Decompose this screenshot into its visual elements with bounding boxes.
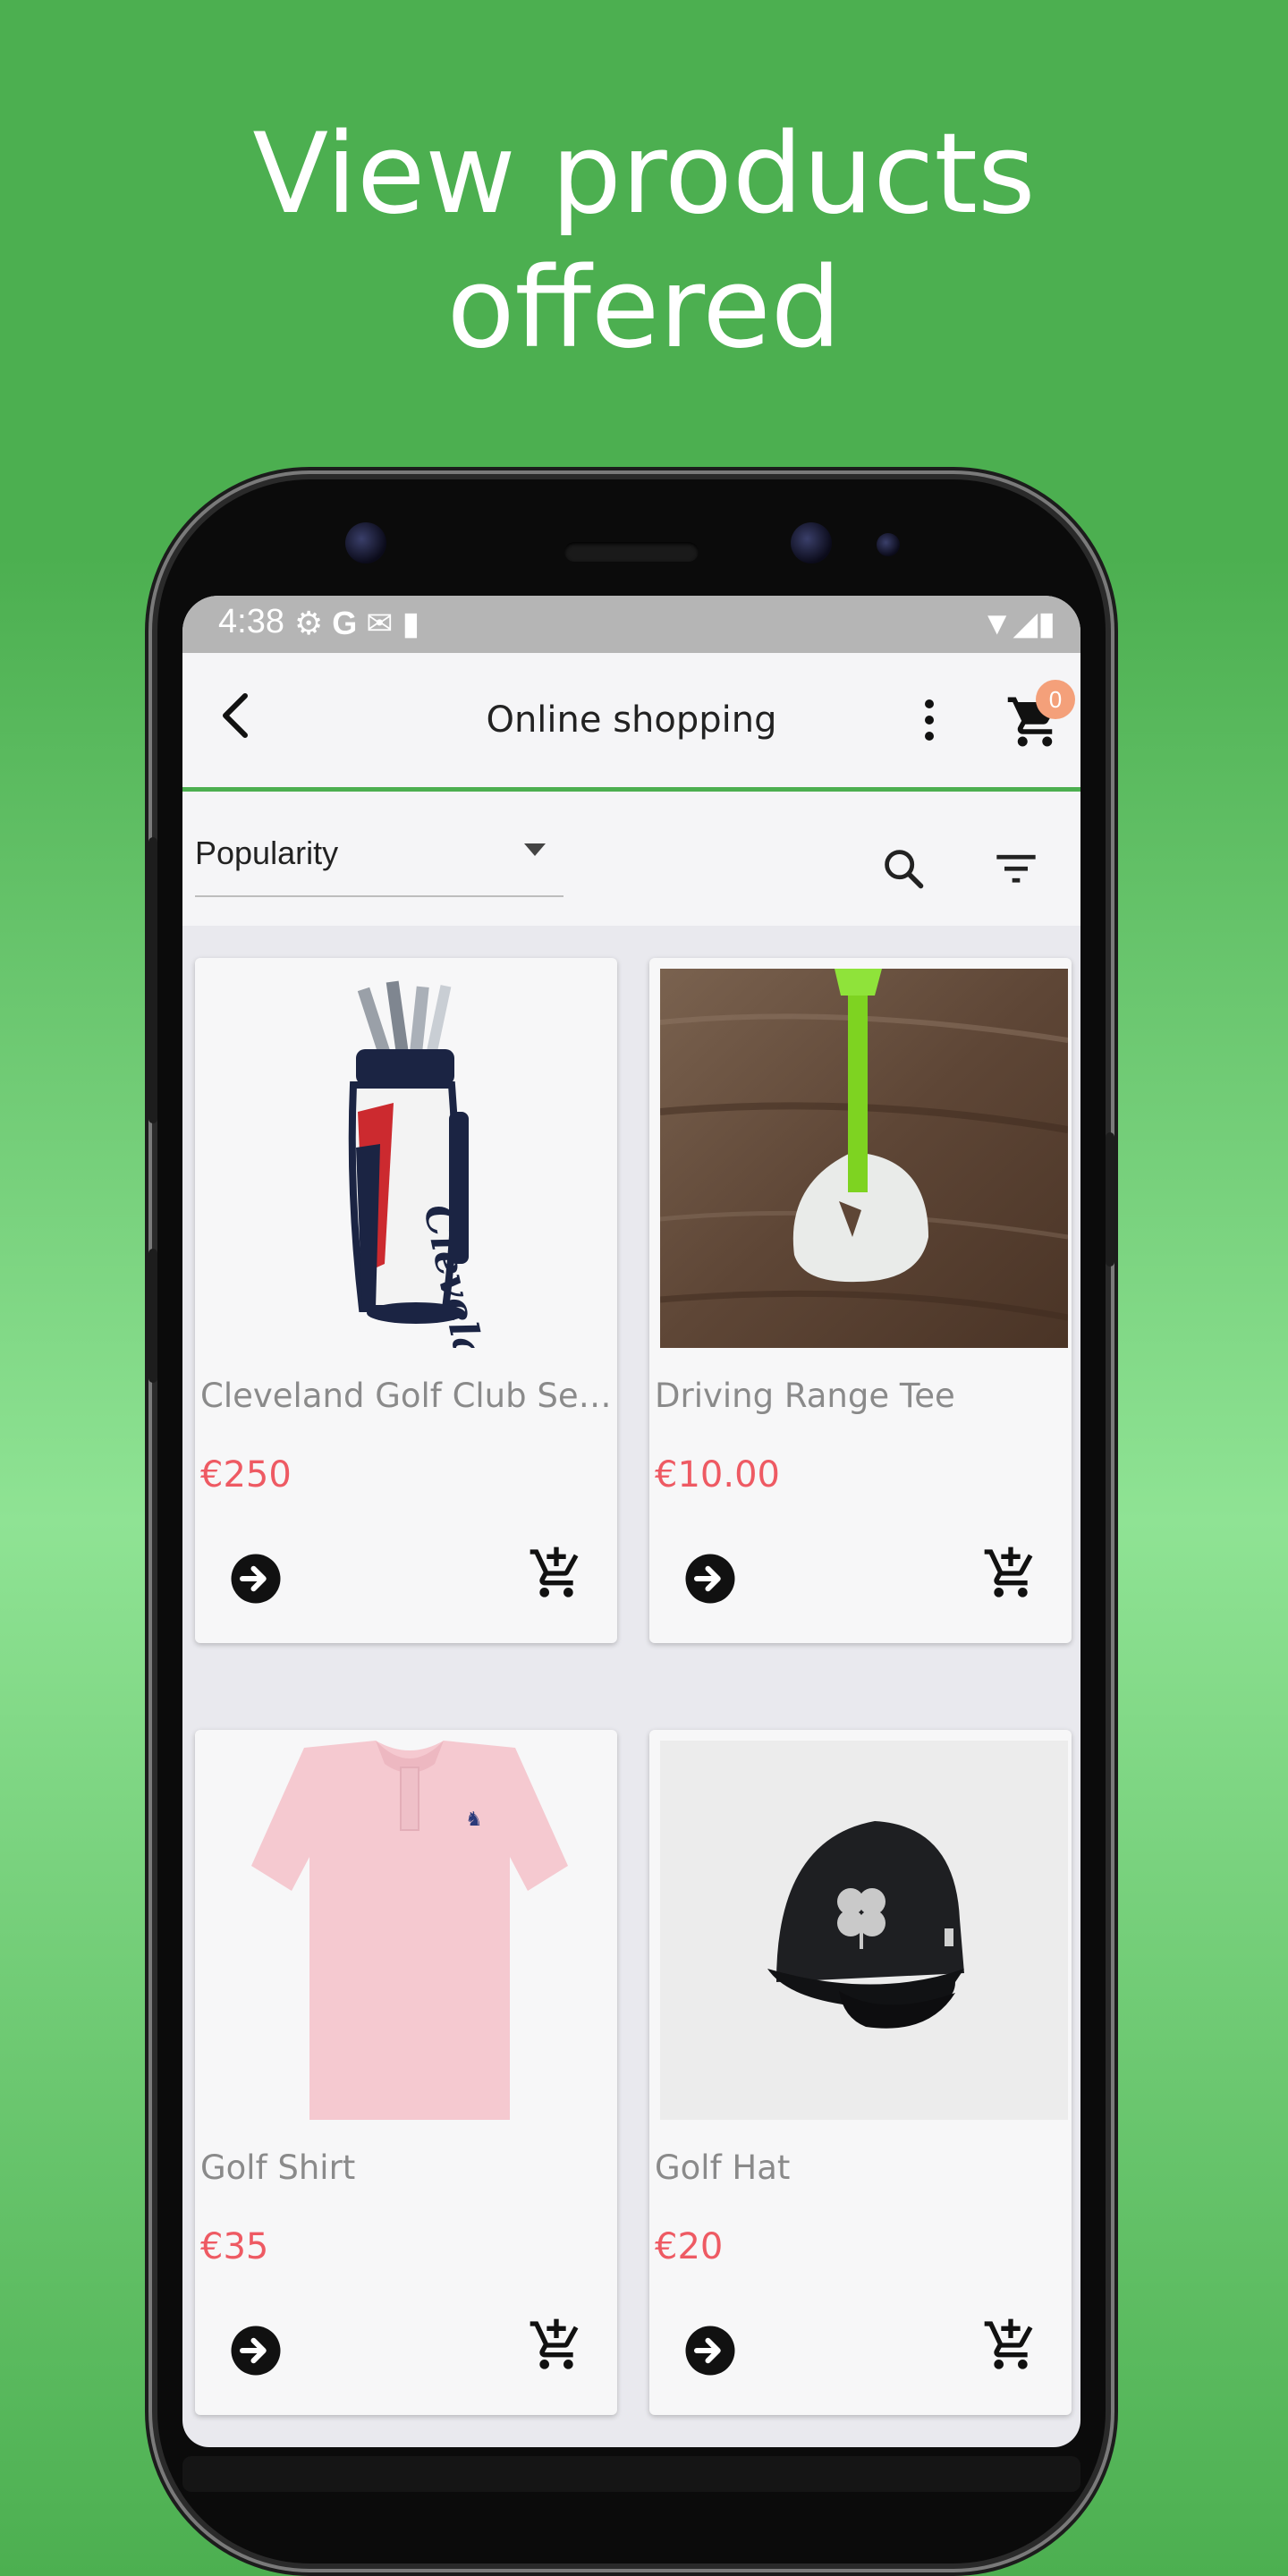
search-icon[interactable] (880, 845, 927, 892)
iris-sensor-icon (345, 522, 386, 564)
chevron-down-icon (524, 843, 546, 856)
phone-frame: 4:38 ⚙G✉▮ ▼◢▮ Online shopping 0 Populari… (148, 479, 1114, 2563)
filter-bar: Popularity (182, 792, 1080, 926)
power-button (1106, 1132, 1114, 1267)
add-to-cart-icon[interactable] (982, 2317, 1039, 2374)
add-to-cart-icon[interactable] (982, 1545, 1039, 1602)
promo-headline: View products offered (0, 107, 1288, 376)
product-price: €10.00 (655, 1454, 780, 1496)
product-price: €20 (655, 2226, 724, 2267)
status-system-icons: ▼◢▮ (981, 605, 1055, 642)
google-icon: G (332, 605, 367, 641)
gmail-icon: ✉ (366, 605, 402, 641)
arrow-circle-right-icon[interactable] (229, 1552, 283, 1606)
headline-line-2: offered (446, 244, 842, 373)
sort-value: Popularity (195, 835, 339, 871)
earpiece-speaker (564, 542, 699, 562)
add-to-cart-icon[interactable] (528, 1545, 585, 1602)
gear-icon: ⚙ (294, 605, 333, 641)
svg-text:♞: ♞ (465, 1809, 483, 1831)
product-price: €35 (200, 2226, 269, 2267)
product-card[interactable]: Golf Hat €20 (649, 1730, 1072, 2415)
arrow-circle-right-icon[interactable] (229, 2324, 283, 2377)
product-card[interactable]: Driving Range Tee €10.00 (649, 958, 1072, 1643)
product-card[interactable]: ♞ Golf Shirt €35 (195, 1730, 617, 2415)
headline-line-1: View products (252, 110, 1036, 239)
arrow-circle-right-icon[interactable] (683, 2324, 737, 2377)
product-image-golf-hat (660, 1741, 1068, 2120)
sd-card-icon: ▮ (402, 605, 429, 641)
filter-icon[interactable] (993, 845, 1039, 892)
navigation-bar (182, 2456, 1080, 2492)
front-camera-icon (791, 522, 832, 564)
signal-icon: ◢ (1013, 605, 1038, 641)
product-name: Cleveland Golf Club Set ... (200, 1377, 612, 1415)
battery-icon: ▮ (1038, 605, 1055, 641)
status-bar: 4:38 ⚙G✉▮ ▼◢▮ (182, 596, 1080, 653)
bixby-button (148, 1249, 157, 1383)
app-bar: Online shopping 0 (182, 653, 1080, 792)
product-name: Golf Hat (655, 2148, 791, 2187)
add-to-cart-icon[interactable] (528, 2317, 585, 2374)
product-image-golf-bag: Cleveland (206, 969, 614, 1348)
product-name: Driving Range Tee (655, 1377, 955, 1415)
more-options-icon[interactable] (916, 698, 943, 742)
status-notification-icons: ⚙G✉▮ (294, 605, 428, 642)
product-image-golf-shirt: ♞ (206, 1741, 614, 2120)
product-name: Golf Shirt (200, 2148, 356, 2187)
status-time: 4:38 (218, 603, 284, 640)
sort-dropdown[interactable]: Popularity (195, 818, 564, 897)
volume-button (148, 837, 157, 1123)
app-screen: 4:38 ⚙G✉▮ ▼◢▮ Online shopping 0 Populari… (182, 596, 1080, 2447)
arrow-circle-right-icon[interactable] (683, 1552, 737, 1606)
cart-count-badge: 0 (1036, 680, 1075, 719)
product-price: €250 (200, 1454, 292, 1496)
page-title: Online shopping (486, 699, 777, 741)
proximity-sensor-icon (877, 533, 900, 556)
product-image-range-tee (660, 969, 1068, 1348)
wifi-icon: ▼ (980, 605, 1013, 641)
product-card[interactable]: Cleveland Cleveland Golf Club Set ... €2… (195, 958, 617, 1643)
